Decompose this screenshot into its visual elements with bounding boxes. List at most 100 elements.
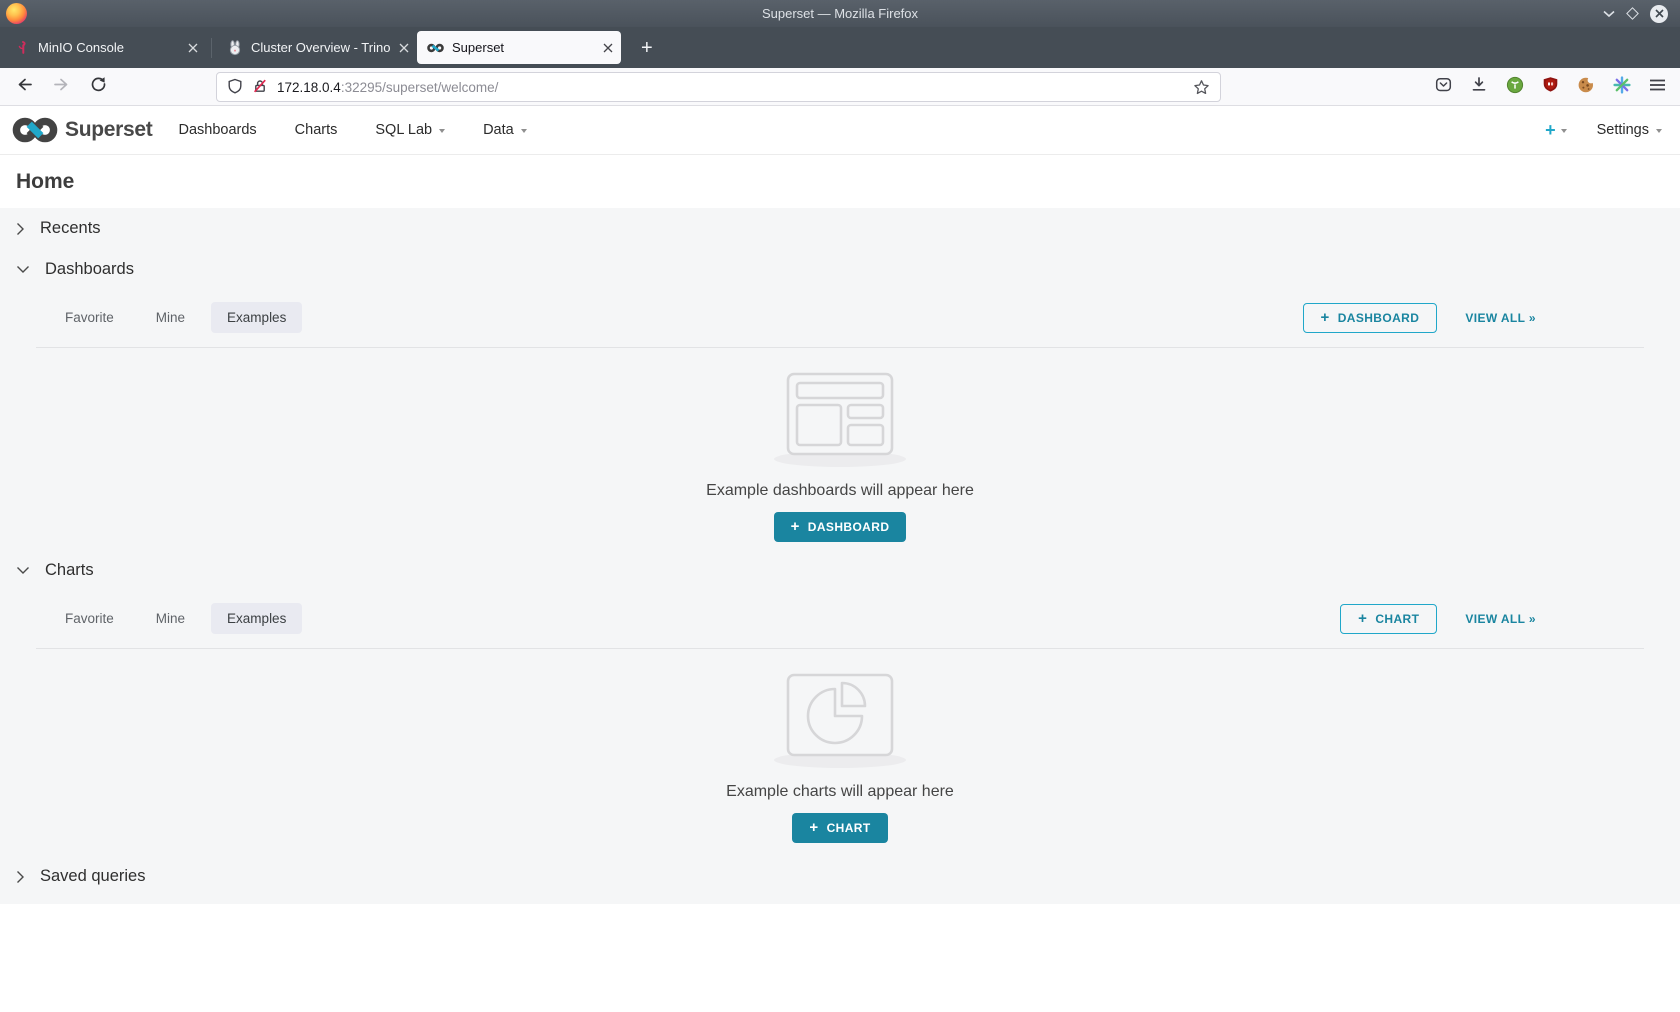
page-header: Home xyxy=(0,155,1680,208)
caret-down-icon xyxy=(1656,129,1662,133)
window-minimize-icon[interactable] xyxy=(1603,10,1615,18)
charts-view-all-link[interactable]: VIEW ALL » xyxy=(1465,612,1536,626)
add-dashboard-cta-button[interactable]: + DASHBOARD xyxy=(774,512,907,542)
nav-item-label: Charts xyxy=(295,122,338,138)
tab-close-icon[interactable] xyxy=(603,43,613,53)
charts-controls: Favorite Mine Examples + CHART VIEW ALL … xyxy=(49,603,1644,634)
tab-favorite[interactable]: Favorite xyxy=(49,603,130,634)
downloads-icon[interactable] xyxy=(1470,76,1488,98)
superset-logo-icon xyxy=(12,115,58,145)
chevron-right-icon xyxy=(16,222,25,236)
nav-item-data[interactable]: Data xyxy=(483,122,527,138)
url-path: :32295/superset/welcome/ xyxy=(341,80,499,95)
tab-trino[interactable]: Cluster Overview - Trino xyxy=(217,31,417,64)
section-charts[interactable]: Charts xyxy=(0,550,1680,591)
tab-close-icon[interactable] xyxy=(188,43,198,53)
dashboards-view-all-link[interactable]: VIEW ALL » xyxy=(1465,311,1536,325)
empty-state-text: Example charts will appear here xyxy=(726,783,954,801)
nav-item-label: Data xyxy=(483,122,514,138)
caret-down-icon xyxy=(1561,129,1567,133)
nav-item-label: Dashboards xyxy=(178,122,256,138)
tab-minio-console[interactable]: MinIO Console xyxy=(6,31,206,64)
url-host: 172.18.0.4 xyxy=(277,80,341,95)
settings-label: Settings xyxy=(1597,122,1649,138)
bookmark-star-icon[interactable] xyxy=(1193,79,1210,96)
charts-filter-tabs: Favorite Mine Examples xyxy=(49,603,302,634)
new-item-menu-button[interactable]: + xyxy=(1545,121,1567,139)
section-label: Recents xyxy=(40,219,101,238)
tab-favorite[interactable]: Favorite xyxy=(49,302,130,333)
tab-examples[interactable]: Examples xyxy=(211,603,302,634)
superset-menu: Dashboards Charts SQL Lab Data xyxy=(178,122,526,138)
add-dashboard-button[interactable]: + DASHBOARD xyxy=(1303,303,1438,333)
window-maximize-icon[interactable] xyxy=(1626,7,1639,20)
empty-dashboard-icon xyxy=(765,372,915,468)
back-button-icon[interactable] xyxy=(16,77,33,97)
extension-asterisk-icon[interactable] xyxy=(1613,76,1631,99)
tab-title: Superset xyxy=(452,40,595,55)
dashboards-controls: Favorite Mine Examples + DASHBOARD VIEW … xyxy=(49,302,1644,333)
window-close-icon[interactable] xyxy=(1650,5,1668,23)
nav-item-label: SQL Lab xyxy=(375,122,432,138)
tab-examples[interactable]: Examples xyxy=(211,302,302,333)
section-recents[interactable]: Recents xyxy=(0,208,1680,249)
trino-favicon xyxy=(227,40,243,56)
chevron-right-icon xyxy=(16,870,25,884)
superset-navbar: Superset Dashboards Charts SQL Lab Data … xyxy=(0,106,1680,155)
plus-icon: + xyxy=(1321,311,1330,325)
empty-chart-icon xyxy=(765,673,915,769)
page-title: Home xyxy=(16,170,1664,194)
reload-button-icon[interactable] xyxy=(90,76,107,97)
empty-state-text: Example dashboards will appear here xyxy=(706,482,974,500)
add-chart-cta-button[interactable]: + CHART xyxy=(792,813,887,843)
extension-cookie-icon[interactable] xyxy=(1577,76,1595,99)
button-label: DASHBOARD xyxy=(1338,311,1420,325)
extension-green-icon[interactable] xyxy=(1506,76,1524,99)
plus-icon: + xyxy=(809,821,818,835)
plus-icon: + xyxy=(1358,612,1367,626)
chevron-down-icon xyxy=(16,566,30,575)
caret-down-icon xyxy=(439,129,445,133)
dashboards-empty-state: Example dashboards will appear here + DA… xyxy=(0,348,1680,550)
plus-icon: + xyxy=(1545,121,1556,139)
tab-superset[interactable]: Superset xyxy=(417,31,621,64)
browser-tab-bar: MinIO Console Cluster Overview - Trino S… xyxy=(0,27,1680,68)
tab-title: MinIO Console xyxy=(38,40,180,55)
window-title: Superset — Mozilla Firefox xyxy=(762,6,918,21)
insecure-lock-icon[interactable] xyxy=(252,78,268,97)
section-label: Dashboards xyxy=(45,260,134,279)
settings-menu-button[interactable]: Settings xyxy=(1597,122,1662,138)
menu-hamburger-icon[interactable] xyxy=(1649,78,1666,97)
brand-name: Superset xyxy=(65,118,152,142)
tab-close-icon[interactable] xyxy=(399,43,409,53)
superset-brand[interactable]: Superset xyxy=(12,115,152,145)
window-titlebar: Superset — Mozilla Firefox xyxy=(0,0,1680,27)
minio-favicon xyxy=(16,40,30,55)
section-label: Charts xyxy=(45,561,94,580)
tab-title: Cluster Overview - Trino xyxy=(251,40,391,55)
charts-empty-state: Example charts will appear here + CHART xyxy=(0,649,1680,851)
tab-mine[interactable]: Mine xyxy=(140,603,201,634)
chevron-down-icon xyxy=(16,265,30,274)
tab-mine[interactable]: Mine xyxy=(140,302,201,333)
section-dashboards[interactable]: Dashboards xyxy=(0,249,1680,290)
pocket-icon[interactable] xyxy=(1435,76,1452,98)
nav-item-charts[interactable]: Charts xyxy=(295,122,338,138)
forward-button-icon[interactable] xyxy=(53,77,70,97)
nav-item-sql-lab[interactable]: SQL Lab xyxy=(375,122,445,138)
superset-favicon xyxy=(427,42,444,54)
button-label: CHART xyxy=(1375,612,1419,626)
tab-separator xyxy=(211,38,212,58)
plus-icon: + xyxy=(791,520,800,534)
add-chart-button[interactable]: + CHART xyxy=(1340,604,1437,634)
extension-shield-icon[interactable] xyxy=(1542,76,1559,98)
new-tab-button[interactable]: + xyxy=(635,38,659,58)
section-label: Saved queries xyxy=(40,867,146,886)
nav-item-dashboards[interactable]: Dashboards xyxy=(178,122,256,138)
dashboards-filter-tabs: Favorite Mine Examples xyxy=(49,302,302,333)
shield-icon[interactable] xyxy=(227,78,243,97)
button-label: CHART xyxy=(827,821,871,835)
url-bar[interactable]: 172.18.0.4:32295/superset/welcome/ xyxy=(216,72,1221,102)
section-saved-queries[interactable]: Saved queries xyxy=(0,851,1680,904)
browser-toolbar: 172.18.0.4:32295/superset/welcome/ xyxy=(0,68,1680,106)
